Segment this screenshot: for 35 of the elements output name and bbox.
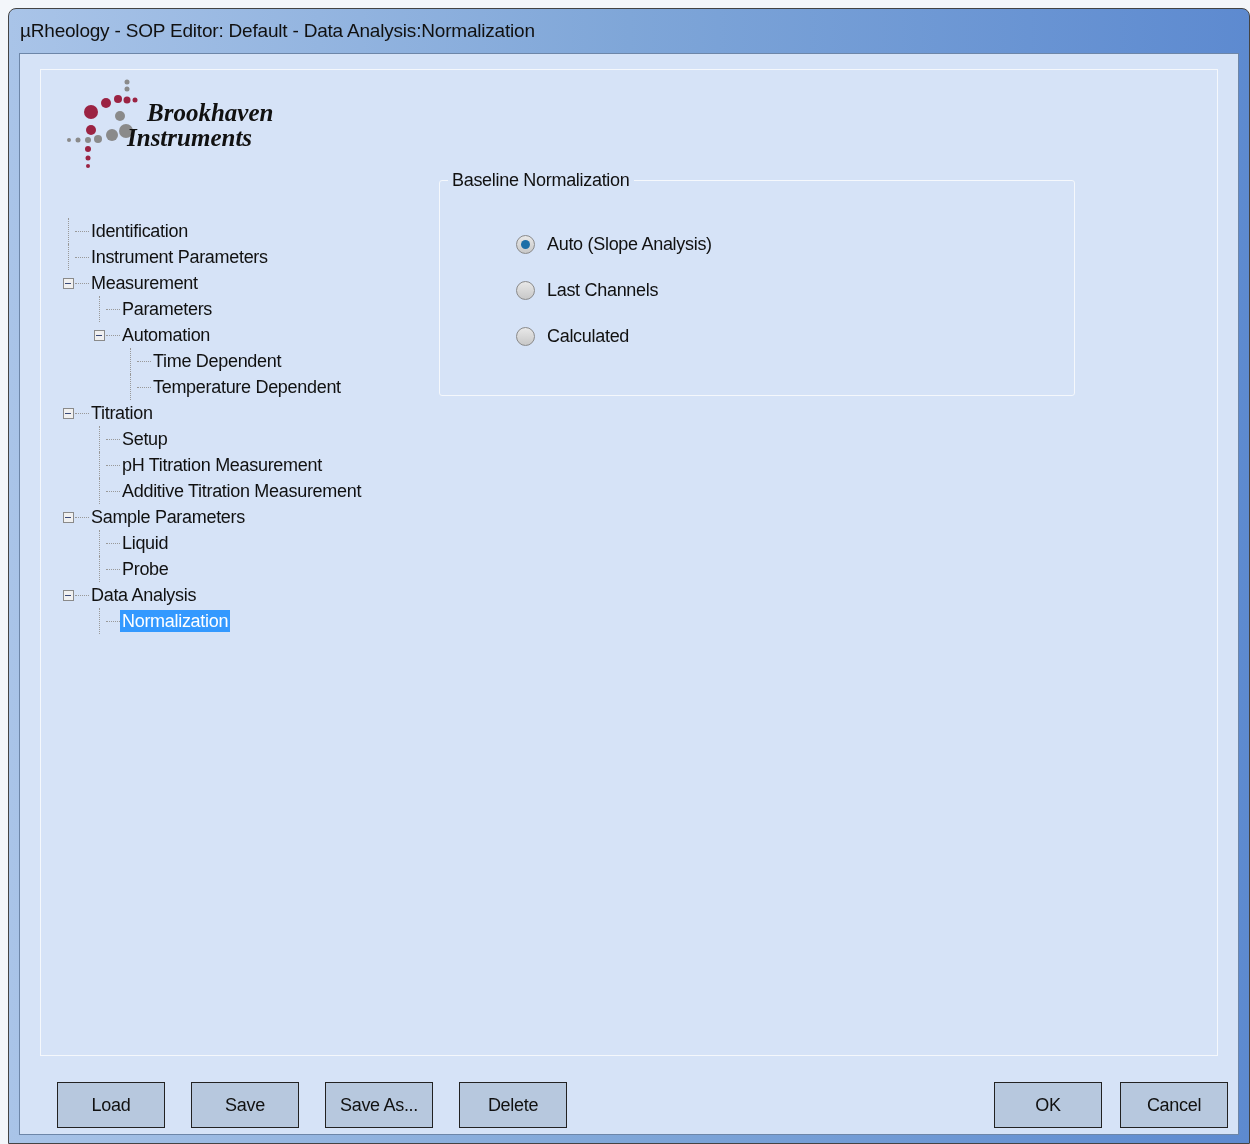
tree-item[interactable]: Data Analysis	[89, 584, 199, 606]
tree-item[interactable]: Temperature Dependent	[151, 376, 343, 398]
collapse-icon[interactable]	[62, 511, 74, 523]
collapse-icon[interactable]	[62, 277, 74, 289]
tree-item[interactable]: Sample Parameters	[89, 506, 247, 528]
tree-item[interactable]: Additive Titration Measurement	[120, 480, 364, 502]
collapse-icon[interactable]	[93, 329, 105, 341]
tree-item[interactable]: pH Titration Measurement	[120, 454, 324, 476]
radio-button[interactable]	[516, 234, 535, 254]
dialog-button[interactable]: OK	[994, 1082, 1102, 1128]
dialog-button[interactable]: Save As...	[325, 1082, 433, 1128]
radio-label: Last Channels	[547, 278, 659, 302]
window-title: µRheology - SOP Editor: Default - Data Analysis:Normalization	[20, 18, 535, 43]
tree-item[interactable]: Titration	[89, 402, 155, 424]
radio-button[interactable]	[516, 280, 535, 300]
logo-text: Instruments	[127, 125, 253, 150]
tree-item[interactable]: Setup	[120, 428, 170, 450]
collapse-icon[interactable]	[62, 589, 74, 601]
collapse-icon[interactable]	[62, 407, 74, 419]
tree-item[interactable]: Time Dependent	[151, 350, 284, 372]
tree-item[interactable]: Liquid	[120, 532, 171, 554]
tree-item[interactable]: Measurement	[89, 272, 200, 294]
tree-item[interactable]: Identification	[89, 220, 190, 242]
logo-text: Brookhaven	[147, 100, 274, 125]
dialog-button[interactable]: Cancel	[1120, 1082, 1228, 1128]
radio-button[interactable]	[516, 326, 535, 346]
dialog-button[interactable]: Delete	[459, 1082, 567, 1128]
tree-item[interactable]: Probe	[120, 558, 171, 580]
dialog-button[interactable]: Load	[57, 1082, 165, 1128]
radio-label: Calculated	[547, 324, 630, 348]
dialog-button[interactable]: Save	[191, 1082, 299, 1128]
tree-item[interactable]: Automation	[120, 324, 213, 346]
radio-label: Auto (Slope Analysis)	[547, 232, 712, 256]
tree-item[interactable]: Instrument Parameters	[89, 246, 270, 268]
tree-item[interactable]: Parameters	[120, 298, 215, 320]
